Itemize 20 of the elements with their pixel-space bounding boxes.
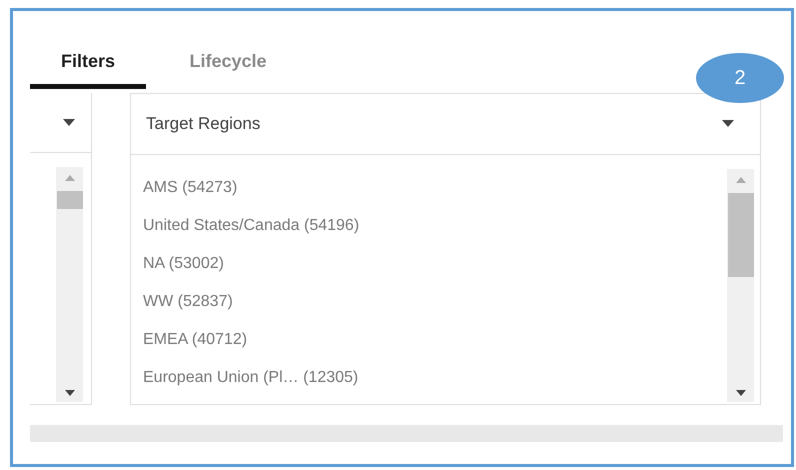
list-item[interactable]: EMEA (40712): [143, 321, 727, 359]
list-item[interactable]: NA (53002): [143, 245, 727, 283]
tab[interactable]: Lifecycle: [146, 11, 310, 89]
scroll-up-icon[interactable]: [64, 175, 74, 181]
scroll-down-icon[interactable]: [64, 390, 74, 396]
tab[interactable]: Filters: [30, 11, 146, 89]
scrollbar[interactable]: [727, 169, 754, 402]
dropdown-label: Target Regions: [146, 114, 260, 134]
scrollbar[interactable]: [56, 167, 83, 402]
list-item[interactable]: WW (52837): [143, 283, 727, 321]
scroll-thumb[interactable]: [56, 191, 82, 209]
caret-icon[interactable]: [722, 120, 734, 128]
scroll-down-icon[interactable]: [736, 390, 746, 396]
list-item[interactable]: United States/Canada (54196): [143, 207, 727, 245]
callout-badge: 2: [696, 53, 784, 103]
list-item[interactable]: European Union (Pl… (12305): [143, 359, 727, 397]
list-item[interactable]: AMS (54273): [143, 169, 727, 207]
scroll-up-icon[interactable]: [736, 177, 746, 183]
caret-icon[interactable]: [63, 118, 75, 126]
scroll-thumb[interactable]: [728, 193, 754, 277]
